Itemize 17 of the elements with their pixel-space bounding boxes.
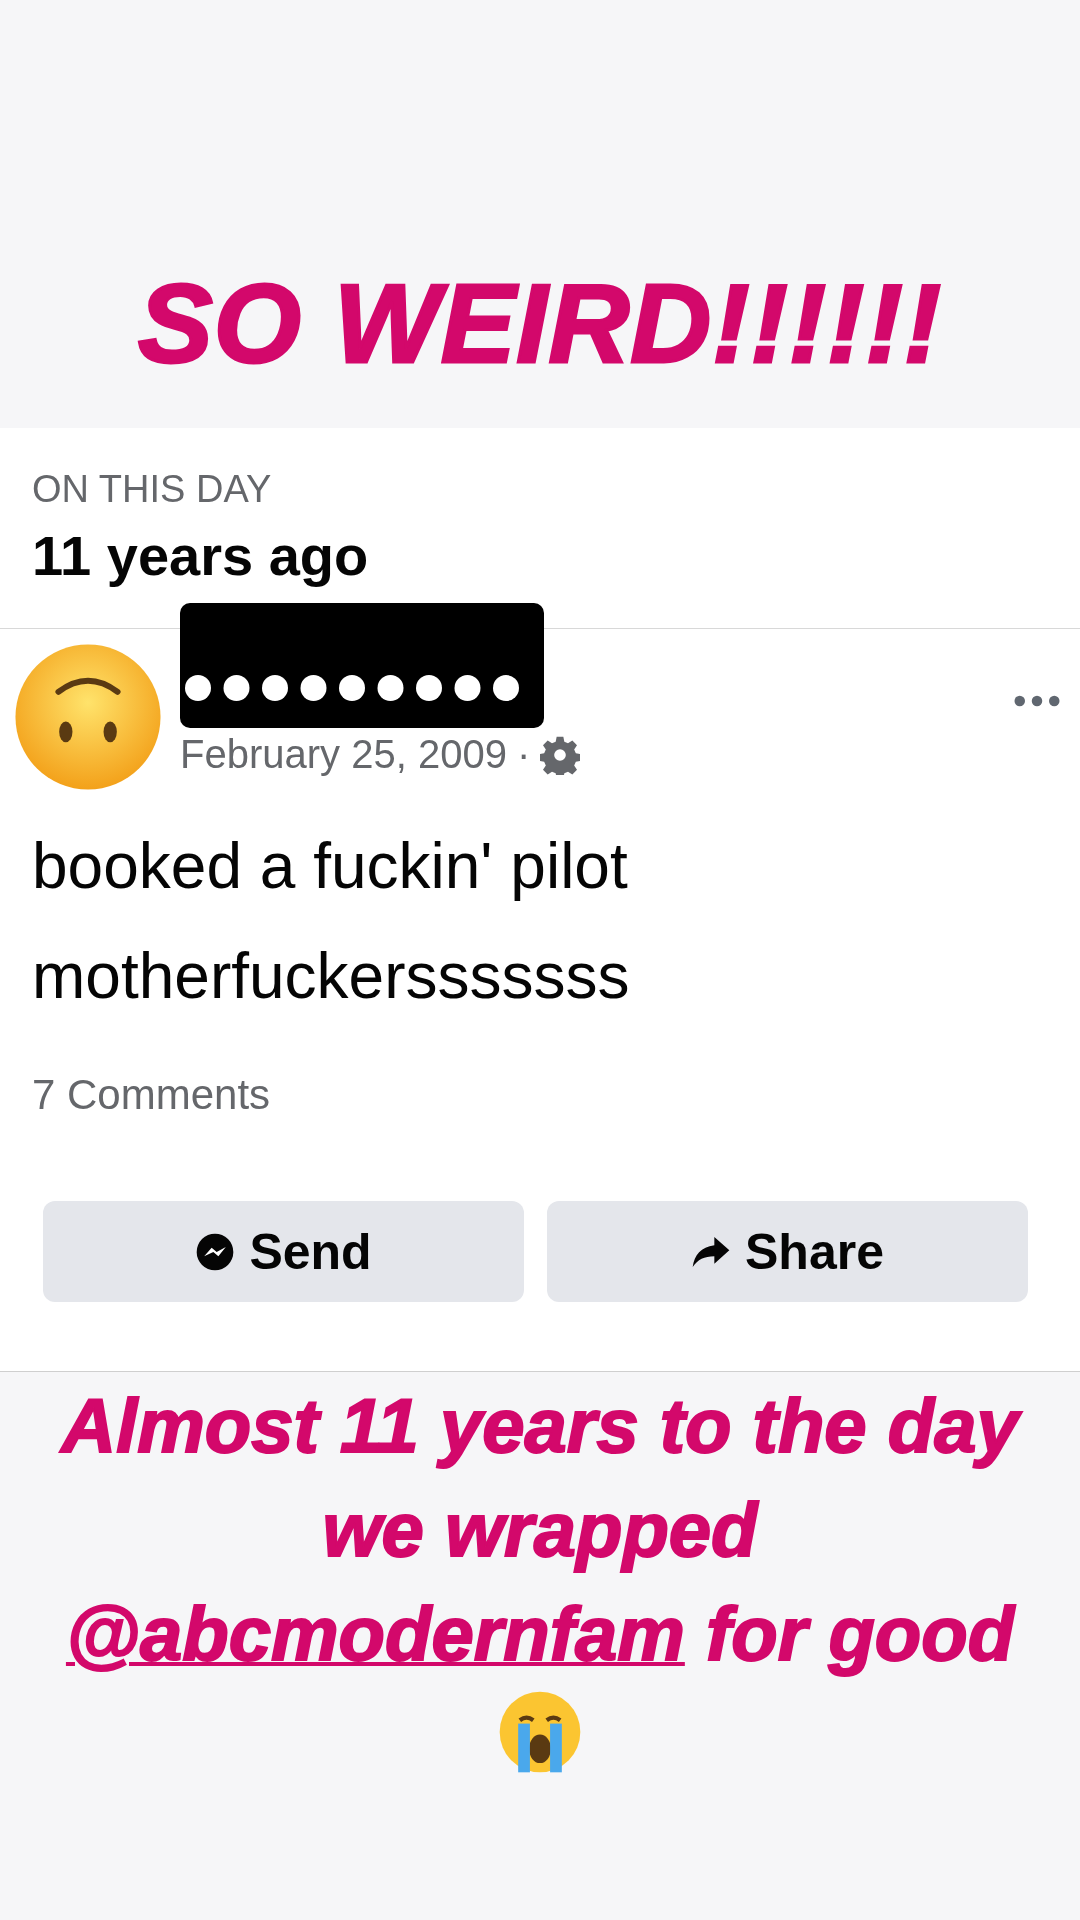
story-caption: Almost 11 years to the day we wrapped @abcmodernfam for good bbox=[60, 1372, 1020, 1920]
settings-icon[interactable] bbox=[540, 734, 581, 775]
post-text: booked a fuckin' pilot bbox=[32, 829, 629, 904]
post-date: February 25, 2009 bbox=[180, 732, 507, 777]
messenger-icon bbox=[195, 1231, 236, 1272]
mention-link[interactable]: @abcmodernfam bbox=[65, 1591, 685, 1676]
share-button[interactable]: Share bbox=[547, 1201, 1028, 1302]
post-text: motherfuckersssssss bbox=[32, 939, 631, 1014]
send-button[interactable]: Send bbox=[43, 1201, 524, 1302]
separator-dot: · bbox=[516, 732, 531, 777]
story-heading: SO WEIRD!!!!!! bbox=[138, 260, 942, 388]
more-options-icon[interactable] bbox=[1014, 695, 1060, 707]
face-emoji-icon bbox=[14, 643, 162, 791]
memory-label: ON THIS DAY bbox=[32, 468, 273, 511]
crying-face-emoji-icon bbox=[498, 1690, 582, 1774]
memory-title: 11 years ago bbox=[32, 523, 370, 588]
comments-count[interactable]: 7 Comments bbox=[32, 1071, 271, 1119]
